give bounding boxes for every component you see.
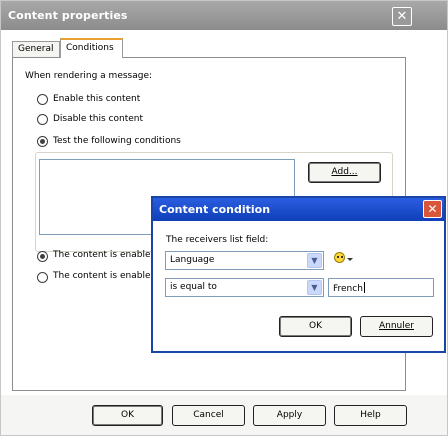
tab-conditions[interactable]: Conditions (60, 38, 123, 58)
add-condition-button[interactable]: Add... (308, 162, 381, 183)
dialog-title-bar: Content condition ✕ (153, 198, 444, 221)
ok-button[interactable]: OK (92, 405, 163, 426)
chevron-down-icon[interactable] (347, 258, 353, 261)
intro-label: When rendering a message: (25, 71, 153, 81)
chevron-down-icon[interactable]: ▼ (307, 280, 322, 295)
receivers-field-label: The receivers list field: (166, 235, 269, 245)
main-window-title: Content properties (8, 9, 128, 22)
cancel-button[interactable]: Cancel (172, 405, 245, 426)
apply-button[interactable]: Apply (253, 405, 326, 426)
disable-content-radio[interactable] (37, 114, 48, 125)
chevron-down-icon[interactable]: ▼ (307, 253, 322, 268)
test-conditions-label: Test the following conditions (53, 136, 181, 146)
main-title-bar: Content properties ✕ (1, 1, 447, 30)
operator-select[interactable]: is equal to ▼ (165, 278, 324, 297)
disable-content-label: Disable this content (53, 114, 143, 124)
enable-content-label: Enable this content (53, 94, 141, 104)
content-enabled-label-2: The content is enabled (53, 271, 157, 281)
help-button[interactable]: Help (334, 405, 407, 426)
test-conditions-radio[interactable] (37, 136, 48, 147)
value-input[interactable]: French (328, 278, 434, 297)
field-select-value: Language (170, 255, 215, 265)
close-icon[interactable]: ✕ (423, 200, 442, 218)
content-enabled-radio-2[interactable] (37, 272, 48, 283)
content-enabled-radio-1[interactable] (37, 251, 48, 262)
field-select[interactable]: Language ▼ (165, 251, 324, 270)
dialog-title: Content condition (159, 203, 271, 216)
enable-content-radio[interactable] (37, 94, 48, 105)
value-input-text: French (333, 284, 363, 294)
text-caret (363, 282, 365, 293)
operator-select-value: is equal to (170, 282, 217, 292)
smiley-icon[interactable] (334, 252, 345, 263)
dialog-ok-button[interactable]: OK (279, 316, 352, 337)
close-icon[interactable]: ✕ (392, 7, 412, 26)
dialog-cancel-button[interactable]: Annuler (360, 316, 433, 337)
content-enabled-label-1: The content is enabled (53, 250, 157, 260)
